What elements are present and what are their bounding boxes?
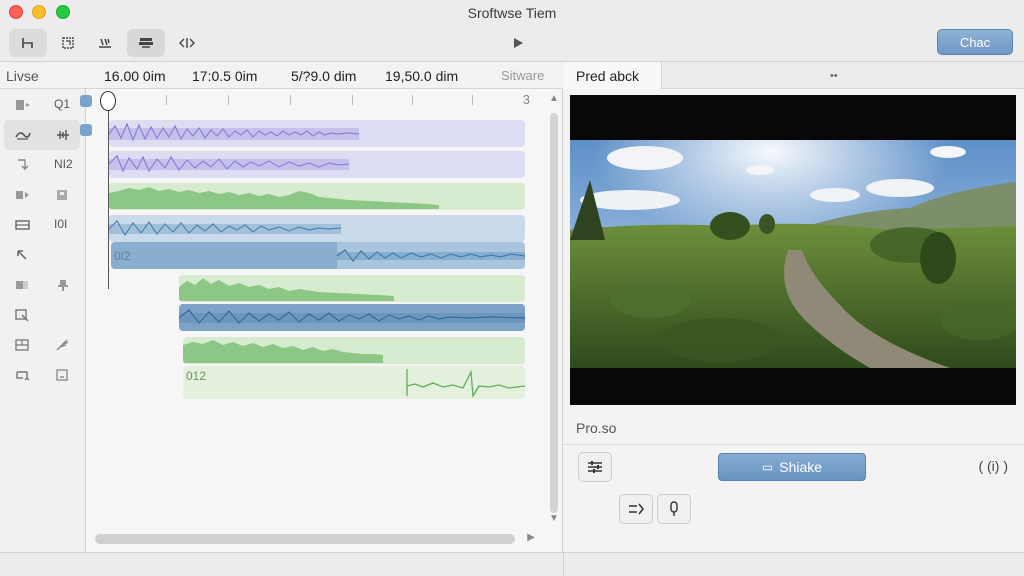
scroll-right-arrow-icon[interactable]: ▶ [527, 532, 535, 543]
play-icon [514, 38, 523, 48]
video-preview[interactable] [570, 95, 1016, 405]
timeline-vertical-scrollbar[interactable]: ▲ ▼ [548, 89, 560, 529]
timeline-header: Livse 16.00 0im 17:0.5 0im 5/?9.0 dim 19… [0, 62, 563, 89]
properties-divider [564, 444, 1024, 445]
tracks-tool-button[interactable] [127, 29, 165, 57]
properties-label: Pro.so [576, 420, 617, 436]
share-icon: ▭ [761, 460, 774, 474]
audio-clip-1[interactable] [109, 120, 525, 147]
adjust-button[interactable] [578, 452, 612, 482]
clips-area: 0I2 012 [86, 111, 546, 531]
track-header-2[interactable] [4, 120, 80, 150]
preview-panel: Pred abck •• Pro.so ▭ Shiake ((i)) [564, 62, 1024, 552]
horizontal-scroll-thumb[interactable] [95, 534, 515, 544]
track-header-4[interactable] [0, 180, 86, 210]
layer-icon [16, 281, 28, 289]
time-label-3: 5/?9.0 dim [291, 68, 357, 84]
toolbar: Chac [0, 26, 1024, 62]
info-indicator: ( (i) ) [978, 458, 1008, 474]
track-header-label: NI2 [54, 157, 73, 171]
tab-preview[interactable]: Pred abck [564, 62, 662, 89]
time-label-2: 17:0.5 0im [192, 68, 258, 84]
check-button[interactable]: Chac [937, 29, 1013, 55]
window-title: Sroftwse Tiem [467, 5, 557, 21]
tune-button[interactable] [619, 494, 653, 524]
split-icon [15, 309, 29, 322]
audio-clip-5[interactable]: 0I2 [111, 242, 525, 269]
trim-icon [99, 38, 111, 48]
track-header-label: I0I [54, 217, 68, 231]
play-button[interactable] [504, 29, 532, 57]
track-header-5[interactable]: I0I [0, 210, 86, 240]
app-window: Sroftwse Tiem Chac Livse 16.00 0im 17:0.… [0, 0, 1024, 576]
track-header-7[interactable] [0, 270, 86, 300]
audio-clip-7[interactable] [179, 304, 525, 331]
status-divider [563, 553, 564, 576]
time-label-1: 16.00 0im [104, 68, 166, 84]
track-header-9[interactable] [0, 330, 86, 360]
audio-clip-2[interactable] [109, 151, 525, 178]
frame-icon [15, 220, 30, 230]
crop-tool-button[interactable] [53, 29, 83, 57]
microphone-icon [670, 501, 678, 516]
forward-icon [16, 191, 29, 199]
tab-overflow-dots[interactable]: •• [830, 70, 838, 82]
title-bar: Sroftwse Tiem [0, 0, 1024, 26]
track-header-3[interactable]: NI2 [0, 150, 86, 180]
code-icon [179, 38, 195, 48]
track-header-8[interactable] [0, 300, 86, 330]
pin-icon [58, 280, 68, 291]
audio-clip-4[interactable] [109, 215, 525, 242]
feather-icon [56, 339, 69, 351]
waveform-icon [57, 130, 69, 140]
track-header-10[interactable] [0, 360, 86, 390]
clip-label-green: 012 [186, 369, 207, 383]
video-frame-image [570, 140, 1016, 368]
clip-label-blue: 0I2 [114, 249, 131, 263]
preview-tab-bar: Pred abck •• [564, 62, 1024, 89]
time-label-4: 19,50.0 dim [385, 68, 459, 84]
scroll-up-arrow-icon[interactable]: ▲ [549, 93, 559, 104]
time-label-extra: Sitware [501, 68, 545, 83]
microphone-button[interactable] [657, 494, 691, 524]
track-headers: Q1 NI2 I0I [0, 89, 86, 552]
crop-icon [62, 37, 74, 49]
track-header-1[interactable]: Q1 [0, 90, 86, 120]
tune-icon [629, 503, 644, 515]
select-tool-button[interactable] [9, 29, 47, 57]
tracks-icon [139, 38, 153, 48]
text-icon [56, 369, 68, 381]
vertical-scroll-thumb[interactable] [550, 113, 558, 513]
share-button-label: Shiake [779, 459, 823, 475]
scroll-down-arrow-icon[interactable]: ▼ [549, 513, 559, 524]
select-tool-icon [22, 38, 33, 48]
video-track-icon [16, 100, 30, 110]
code-view-button[interactable] [172, 29, 202, 57]
audio-clip-3[interactable] [109, 183, 525, 210]
track-header-label: Q1 [54, 97, 71, 111]
timeline-panel-label: Livse [6, 68, 39, 84]
audio-clip-9[interactable]: 012 [183, 366, 525, 399]
audio-link-icon [15, 132, 31, 140]
share-button[interactable]: ▭ Shiake [718, 453, 866, 481]
loop-icon [16, 371, 30, 381]
trim-tool-button[interactable] [90, 29, 120, 57]
down-arrow-icon [18, 159, 29, 170]
sliders-icon [588, 461, 602, 473]
grid-icon [15, 339, 29, 351]
timeline-panel: Livse 16.00 0im 17:0.5 0im 5/?9.0 dim 19… [0, 62, 563, 552]
status-bar [0, 552, 1024, 576]
tick-ruler[interactable]: 3 [86, 89, 548, 111]
audio-clip-8[interactable] [183, 337, 525, 364]
audio-clip-6[interactable] [179, 275, 525, 302]
timeline-horizontal-scrollbar[interactable]: ▶ [95, 532, 535, 545]
clip-icon [57, 190, 67, 200]
undo-arrow-icon [17, 250, 27, 260]
ruler-end-label: 3 [522, 92, 530, 107]
playhead-handle[interactable] [100, 91, 116, 111]
track-header-6[interactable] [0, 240, 86, 270]
